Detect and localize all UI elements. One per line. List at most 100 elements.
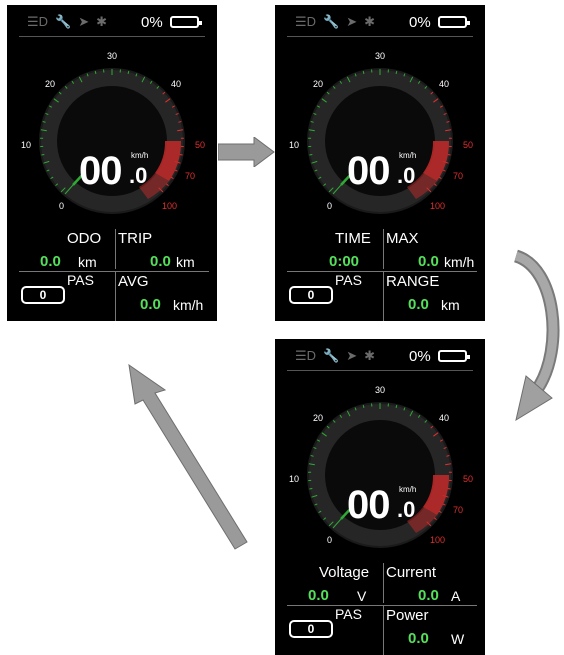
horizontal-divider: [287, 271, 477, 272]
horizontal-divider: [19, 271, 209, 272]
vertical-divider-lower: [383, 606, 384, 655]
speed-readout: 00 .0 km/h: [347, 149, 427, 199]
tick-label-20: 20: [313, 79, 323, 89]
tick-label-100: 100: [430, 535, 445, 545]
tick-label-10: 10: [21, 140, 31, 150]
tick-label-30: 30: [375, 51, 385, 61]
pas-level-value: 0: [39, 288, 47, 302]
tick-label-40: 40: [439, 79, 449, 89]
speed-readout: 00 .0 km/h: [347, 483, 427, 533]
pas-label: PAS: [67, 272, 94, 288]
right-label: Current: [386, 564, 437, 581]
tick-label-10: 10: [289, 140, 299, 150]
vertical-divider-lower: [383, 272, 384, 321]
bottom-label: Power: [386, 607, 429, 624]
bluetooth-icon: ✱: [364, 348, 376, 363]
right-value: 0.0: [418, 253, 439, 270]
gauge-dial: 30 20 40 10 50 70 100 0: [289, 51, 473, 214]
gauge-dial: 30 20 40 10 50 70 100 0: [21, 51, 205, 214]
divider: [19, 36, 205, 37]
navigation-icon: ➤: [78, 14, 90, 29]
speed-gauge: 30 20 40 10 50 70 100 0 00 .0 km/h: [275, 373, 485, 563]
speed-decimal: .0: [129, 163, 148, 188]
pas-level-box: 0: [21, 286, 65, 304]
arrow-right-icon: [218, 137, 275, 167]
battery-icon: [438, 16, 470, 28]
speed-gauge: 30 20 40 10 50 70 100 0 00 .0 km/h: [275, 39, 485, 229]
left-label: Voltage: [319, 564, 370, 581]
left-unit: V: [357, 588, 367, 604]
left-value: 0.0: [40, 253, 61, 270]
bottom-label: RANGE: [386, 273, 440, 290]
right-unit: km/h: [444, 254, 475, 270]
tick-label-20: 20: [45, 79, 55, 89]
battery-icon: [438, 350, 470, 362]
tick-label-50: 50: [463, 474, 473, 484]
speed-unit: km/h: [399, 151, 417, 160]
tick-label-100: 100: [430, 201, 445, 211]
left-value: 0:00: [329, 253, 360, 270]
right-value: 0.0: [150, 253, 171, 270]
right-label: MAX: [386, 230, 419, 247]
speed-integer: 00: [347, 149, 390, 193]
tick-label-70: 70: [185, 171, 195, 181]
speed-gauge: 30 20 40 10 50 70 100 0 00 .0 km/h: [7, 39, 217, 229]
tick-label-100: 100: [162, 201, 177, 211]
bottom-label: AVG: [118, 273, 149, 290]
left-value: 0.0: [308, 587, 329, 604]
tick-label-0: 0: [59, 201, 64, 211]
speed-unit: km/h: [131, 151, 149, 160]
speed-decimal: .0: [397, 163, 416, 188]
display-screen-2: ☰D 🔧 ➤ ✱ 0% 30 20 40 10 50 70 100 0 00 .…: [275, 5, 485, 321]
speed-integer: 00: [347, 483, 390, 527]
left-label: ODO: [67, 230, 102, 247]
right-unit: A: [451, 588, 461, 604]
status-bar: ☰D 🔧 ➤ ✱ 0%: [275, 5, 485, 39]
battery-percent: 0%: [141, 14, 163, 31]
horizontal-divider: [287, 605, 477, 606]
bottom-unit: W: [451, 631, 465, 647]
tick-label-70: 70: [453, 505, 463, 515]
display-screen-3: ☰D 🔧 ➤ ✱ 0% 30 20 40 10 50 70 100 0 00 .…: [275, 339, 485, 655]
bottom-value: 0.0: [408, 296, 429, 313]
pas-label: PAS: [335, 606, 362, 622]
bottom-value: 0.0: [408, 630, 429, 647]
bluetooth-icon: ✱: [96, 14, 108, 29]
left-unit: km: [78, 254, 97, 270]
vertical-divider-lower: [115, 272, 116, 321]
speed-decimal: .0: [397, 497, 416, 522]
battery-percent: 0%: [409, 14, 431, 31]
divider: [287, 370, 473, 371]
pas-level-box: 0: [289, 286, 333, 304]
bluetooth-icon: ✱: [364, 14, 376, 29]
pas-level-box: 0: [289, 620, 333, 638]
divider: [287, 36, 473, 37]
tick-label-40: 40: [171, 79, 181, 89]
vertical-divider: [383, 229, 384, 269]
headlight-icon: ☰D: [295, 14, 317, 29]
tick-label-0: 0: [327, 201, 332, 211]
status-icons: ☰D 🔧 ➤ ✱: [295, 14, 375, 30]
pas-level-value: 0: [307, 622, 315, 636]
tick-label-30: 30: [107, 51, 117, 61]
status-icons: ☰D 🔧 ➤ ✱: [295, 348, 375, 364]
tick-label-20: 20: [313, 413, 323, 423]
gauge-dial: 30 20 40 10 50 70 100 0: [289, 385, 473, 548]
tick-label-70: 70: [453, 171, 463, 181]
speed-unit: km/h: [399, 485, 417, 494]
battery-percent: 0%: [409, 348, 431, 365]
pas-level-value: 0: [307, 288, 315, 302]
wrench-icon: 🔧: [323, 14, 340, 29]
status-icons: ☰D 🔧 ➤ ✱: [27, 14, 107, 30]
vertical-divider: [115, 229, 116, 269]
status-bar: ☰D 🔧 ➤ ✱ 0%: [275, 339, 485, 373]
navigation-icon: ➤: [346, 14, 358, 29]
display-screen-1: ☰D 🔧 ➤ ✱ 0% 30 20 40 10 50 70 100 0 00 .…: [7, 5, 217, 321]
navigation-icon: ➤: [346, 348, 358, 363]
bottom-value: 0.0: [140, 296, 161, 313]
tick-label-30: 30: [375, 385, 385, 395]
pas-label: PAS: [335, 272, 362, 288]
battery-icon: [170, 16, 202, 28]
wrench-icon: 🔧: [55, 14, 72, 29]
arrow-curve-down-icon: [513, 249, 560, 422]
